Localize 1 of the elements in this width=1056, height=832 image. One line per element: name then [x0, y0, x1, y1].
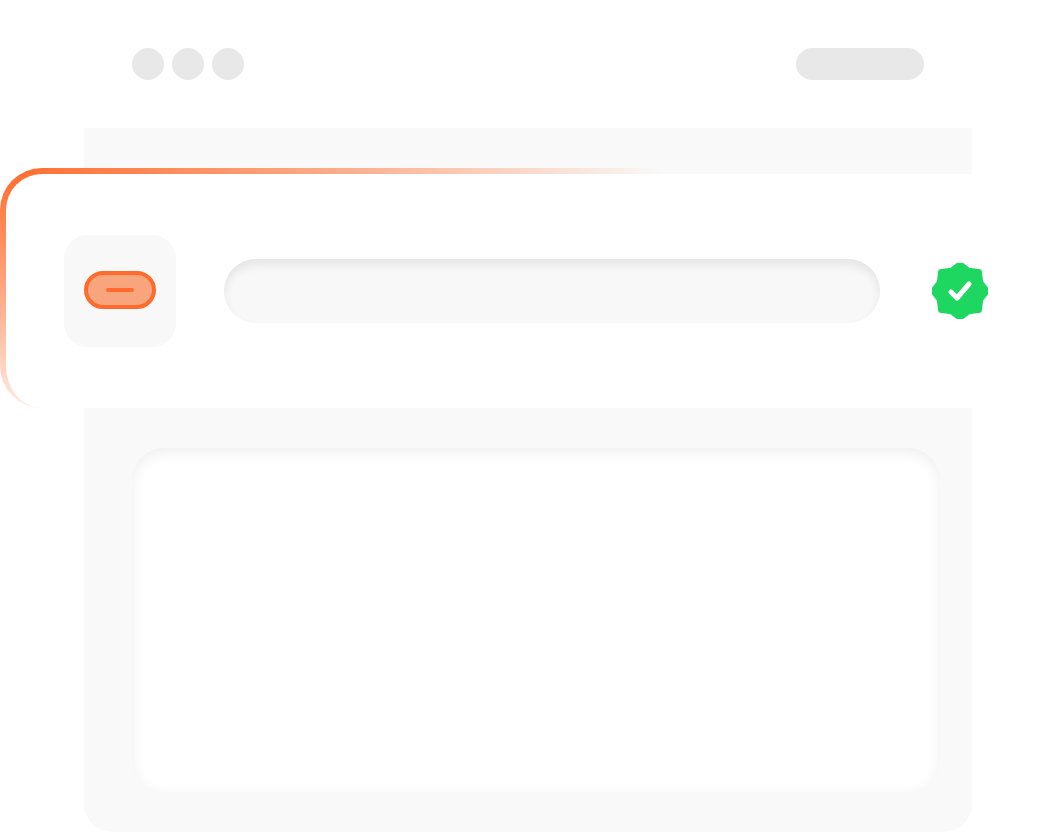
link-icon: [84, 271, 156, 311]
